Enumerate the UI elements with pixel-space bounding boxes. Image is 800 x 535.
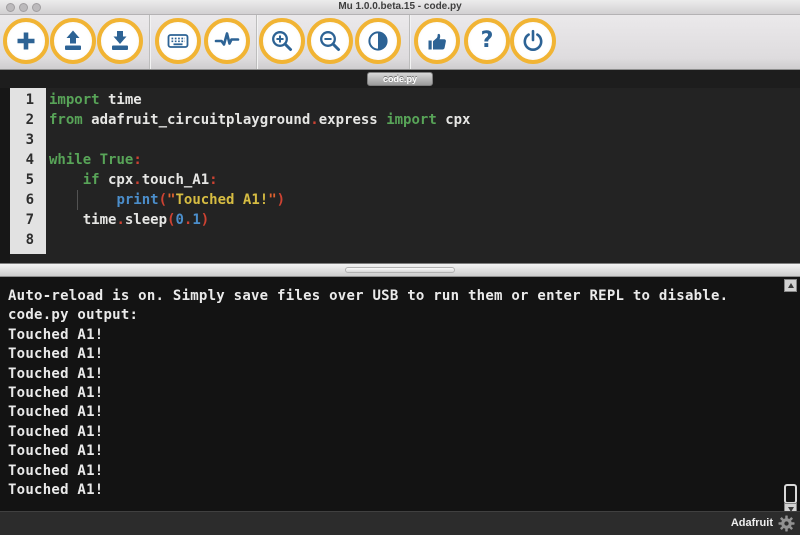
toolbar: ?: [0, 15, 800, 70]
scrollbar-thumb[interactable]: [784, 484, 797, 504]
code-line[interactable]: 6 print("Touched A1!"): [0, 190, 800, 210]
indent-guide: [77, 190, 78, 210]
line-number: 7: [0, 210, 40, 230]
plotter-button[interactable]: [204, 18, 250, 64]
line-number: 6: [0, 190, 40, 210]
help-button[interactable]: ?: [464, 18, 510, 64]
serial-button[interactable]: [155, 18, 201, 64]
keyboard-icon: [165, 28, 191, 54]
zoom-out-button[interactable]: [307, 18, 353, 64]
console-line: Touched A1!: [8, 345, 792, 364]
line-number: 2: [0, 110, 40, 130]
line-number: 8: [0, 230, 40, 250]
plus-icon: [13, 28, 39, 54]
console-line: Touched A1!: [8, 403, 792, 422]
arrow-up-icon: [788, 283, 794, 288]
thumbs-up-icon: [424, 28, 450, 54]
magnifier-minus-icon: [317, 28, 343, 54]
line-number: 3: [0, 130, 40, 150]
splitter-grip-icon: [345, 267, 455, 273]
code-line[interactable]: 3: [0, 130, 800, 150]
mu-editor-window: Mu 1.0.0.beta.15 - code.py: [0, 0, 800, 535]
upload-tray-icon: [60, 28, 86, 54]
titlebar: Mu 1.0.0.beta.15 - code.py: [0, 0, 800, 15]
code-editor-pane[interactable]: 1 import time 2 from adafruit_circuitplaygr…: [0, 88, 800, 263]
line-number: 1: [0, 90, 40, 110]
line-number: 4: [0, 150, 40, 170]
question-icon: ?: [481, 30, 494, 52]
scroll-up-button[interactable]: [784, 279, 797, 292]
tab-code-py[interactable]: code.py: [367, 72, 433, 86]
console-line: Auto-reload is on. Simply save files ove…: [8, 287, 792, 306]
code-line[interactable]: 5 if cpx.touch_A1:: [0, 170, 800, 190]
toolbar-separator: [256, 15, 257, 69]
code-line[interactable]: 7 time.sleep(0.1): [0, 210, 800, 230]
save-button[interactable]: [97, 18, 143, 64]
tab-bar: code.py: [0, 70, 800, 88]
code-line[interactable]: 4 while True:: [0, 150, 800, 170]
console-line: Touched A1!: [8, 462, 792, 481]
code-text: import time: [49, 90, 142, 110]
magnifier-plus-icon: [269, 28, 295, 54]
code-line[interactable]: 1 import time: [0, 90, 800, 110]
console-line: Touched A1!: [8, 326, 792, 345]
zoom-in-button[interactable]: [259, 18, 305, 64]
code-text: print("Touched A1!"): [49, 190, 285, 210]
window-title: Mu 1.0.0.beta.15 - code.py: [0, 1, 800, 12]
console-line: Touched A1!: [8, 481, 792, 500]
console-line: Touched A1!: [8, 365, 792, 384]
gear-icon[interactable]: [778, 515, 795, 535]
theme-button[interactable]: [355, 18, 401, 64]
console-lines: Auto-reload is on. Simply save files ove…: [8, 287, 792, 500]
code-text: while True:: [49, 150, 142, 170]
power-icon: [520, 28, 546, 54]
contrast-icon: [365, 28, 391, 54]
code-text: time.sleep(0.1): [49, 210, 209, 230]
console-line: Touched A1!: [8, 442, 792, 461]
download-tray-icon: [107, 28, 133, 54]
check-button[interactable]: [414, 18, 460, 64]
console-line: Touched A1!: [8, 384, 792, 403]
code-text: if cpx.touch_A1:: [49, 170, 218, 190]
new-button[interactable]: [3, 18, 49, 64]
load-button[interactable]: [50, 18, 96, 64]
status-bar: Adafruit: [0, 511, 800, 535]
code-line[interactable]: 2 from adafruit_circuitplayground.express…: [0, 110, 800, 130]
pane-splitter[interactable]: [0, 263, 800, 277]
toolbar-separator: [409, 15, 410, 69]
serial-console-pane[interactable]: Auto-reload is on. Simply save files ove…: [0, 277, 800, 511]
console-line: Touched A1!: [8, 423, 792, 442]
code-line[interactable]: 8: [0, 230, 800, 250]
pulse-icon: [214, 28, 240, 54]
console-line: code.py output:: [8, 306, 792, 325]
code-lines: 1 import time 2 from adafruit_circuitplaygr…: [0, 90, 800, 250]
code-text: from adafruit_circuitplayground.express …: [49, 110, 470, 130]
line-number: 5: [0, 170, 40, 190]
mode-label: Adafruit: [731, 517, 773, 529]
quit-button[interactable]: [510, 18, 556, 64]
toolbar-separator: [149, 15, 150, 69]
